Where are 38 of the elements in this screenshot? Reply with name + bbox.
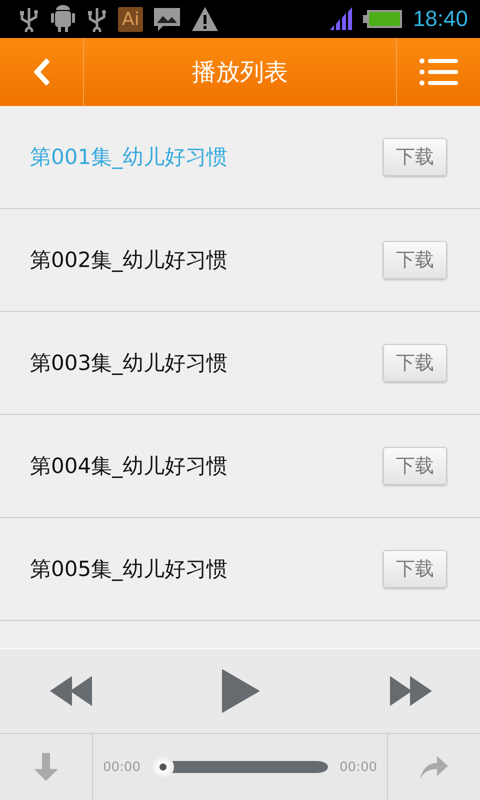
back-icon: [32, 58, 50, 86]
playlist-item[interactable]: 第004集_幼儿好习惯 下载: [0, 415, 480, 518]
slider-thumb[interactable]: [152, 756, 174, 778]
down-arrow-icon: [33, 752, 59, 782]
rewind-button[interactable]: [50, 675, 94, 707]
episode-title: 第003集_幼儿好习惯: [30, 350, 228, 377]
usb-icon: [18, 6, 40, 32]
clock: 18:40: [412, 6, 468, 32]
menu-icon: [418, 57, 458, 87]
playlist-item[interactable]: 第001集_幼儿好习惯 下载: [0, 106, 480, 209]
download-button[interactable]: 下载: [383, 447, 447, 485]
signal-icon: [328, 7, 353, 31]
elapsed-time: 00:00: [103, 760, 140, 774]
share-icon: [419, 754, 449, 780]
warning-icon: [191, 6, 220, 32]
playlist-item[interactable]: 第003集_幼儿好习惯 下载: [0, 312, 480, 415]
play-icon: [221, 668, 261, 714]
download-button[interactable]: 下载: [383, 138, 447, 176]
rewind-icon: [50, 675, 94, 707]
android-icon: [50, 5, 76, 33]
battery-icon: [362, 8, 403, 30]
fast-forward-icon: [388, 675, 432, 707]
download-button[interactable]: 下载: [383, 550, 447, 588]
usb-icon: [86, 6, 108, 32]
play-button[interactable]: [221, 668, 261, 714]
playlist-item[interactable]: 第002集_幼儿好习惯 下载: [0, 209, 480, 312]
total-time: 00:00: [340, 760, 377, 774]
screen-title: 播放列表: [191, 57, 289, 88]
download-button[interactable]: 下载: [383, 344, 447, 382]
episode-title: 第004集_幼儿好习惯: [30, 453, 228, 480]
episode-title: 第002集_幼儿好习惯: [30, 247, 228, 274]
playlist-item[interactable]: 第005集_幼儿好习惯 下载: [0, 518, 480, 621]
episode-title: 第001集_幼儿好习惯: [30, 144, 228, 171]
download-button[interactable]: 下载: [383, 241, 447, 279]
fast-forward-button[interactable]: [388, 675, 432, 707]
image-icon: [153, 6, 182, 32]
app-badge: Ai: [118, 6, 144, 32]
episode-title: 第005集_幼儿好习惯: [30, 556, 228, 583]
